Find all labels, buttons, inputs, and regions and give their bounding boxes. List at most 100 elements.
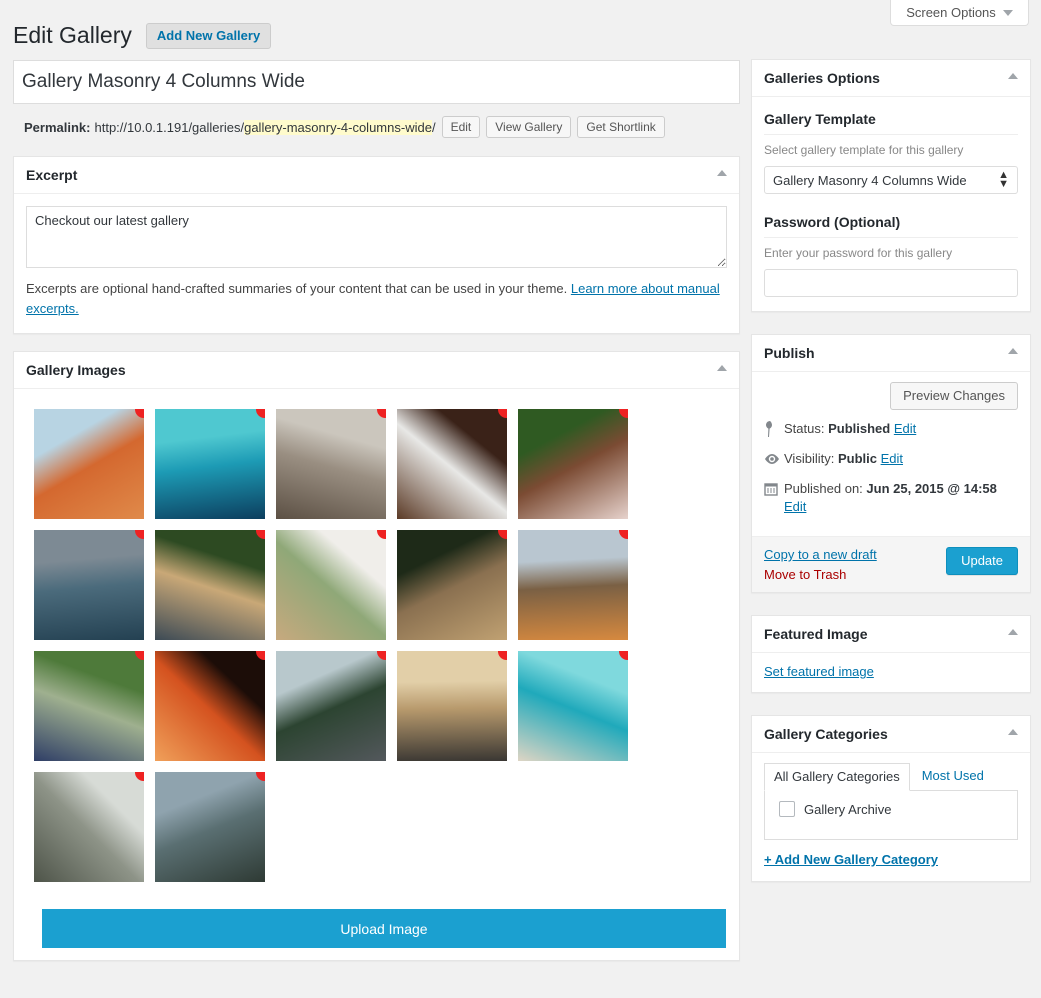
gallery-template-heading: Gallery Template [764, 111, 1018, 135]
gallery-categories-panel: Gallery Categories All Gallery Categorie… [751, 715, 1031, 882]
thumbnail-image-beach-pier-turquoise-sea [518, 651, 628, 761]
tab-all-gallery-categories[interactable]: All Gallery Categories [764, 763, 910, 791]
edit-permalink-button[interactable]: Edit [442, 116, 481, 138]
collapse-arrow-icon[interactable] [1008, 729, 1018, 735]
thumbnail-image-aerial-ocean-surfer [155, 409, 265, 519]
gallery-template-description: Select gallery template for this gallery [764, 143, 1018, 157]
galleries-options-title: Galleries Options [764, 70, 1018, 87]
gallery-password-input[interactable] [764, 269, 1018, 297]
collapse-arrow-icon[interactable] [1008, 348, 1018, 354]
edit-status-link[interactable]: Edit [894, 421, 916, 436]
galleries-options-header[interactable]: Galleries Options [752, 60, 1030, 97]
gallery-thumbnail[interactable] [276, 409, 386, 519]
gallery-categories-body: All Gallery Categories Most Used Gallery… [752, 753, 1030, 881]
visibility-row: Visibility: Public Edit [764, 450, 1018, 468]
featured-image-header[interactable]: Featured Image [752, 616, 1030, 653]
publish-panel-body: Preview Changes Status: Published Edit [752, 372, 1030, 536]
thumbnail-image-woman-in-black-beret [397, 651, 507, 761]
category-checkbox[interactable] [779, 801, 795, 817]
gallery-thumbnail[interactable] [155, 651, 265, 761]
gallery-thumbnail[interactable] [518, 651, 628, 761]
gallery-thumbnail[interactable] [34, 772, 144, 882]
gallery-thumbnail[interactable] [397, 409, 507, 519]
status-label: Status: [784, 421, 824, 436]
galleries-options-panel: Galleries Options Gallery Template Selec… [751, 59, 1031, 312]
excerpt-panel-header[interactable]: Excerpt [14, 157, 739, 194]
thumbnail-image-road-through-pine-forest [276, 651, 386, 761]
gallery-thumbnail[interactable] [155, 772, 265, 882]
gallery-images-panel-body: Upload Image [14, 389, 739, 960]
get-shortlink-button[interactable]: Get Shortlink [577, 116, 664, 138]
gallery-template-select-wrap: Gallery Masonry 4 Columns Wide ▲▼ [764, 166, 1018, 194]
screen-options-button[interactable]: Screen Options [890, 0, 1029, 26]
thumbnail-image-woman-with-hat-on-bench [155, 530, 265, 640]
gallery-images-panel: Gallery Images Upload Image [13, 351, 740, 961]
gallery-image-grid [34, 409, 648, 882]
permalink-base: http://10.0.1.191/galleries/ [94, 120, 244, 135]
featured-image-panel: Featured Image Set featured image [751, 615, 1031, 693]
featured-image-title: Featured Image [764, 626, 1018, 643]
set-featured-image-link[interactable]: Set featured image [764, 664, 874, 679]
gallery-thumbnail[interactable] [34, 409, 144, 519]
thumbnail-image-woman-walking-tree-path [34, 651, 144, 761]
gallery-template-select[interactable]: Gallery Masonry 4 Columns Wide [764, 166, 1018, 194]
gallery-thumbnail[interactable] [155, 530, 265, 640]
thumbnail-image-hiker-overlooking-valley [155, 772, 265, 882]
main-column: Edit Gallery Add New Gallery Permalink: … [13, 0, 740, 961]
upload-image-button[interactable]: Upload Image [42, 909, 726, 948]
admin-page: Screen Options Edit Gallery Add New Gall… [0, 0, 1041, 998]
category-label: Gallery Archive [804, 802, 891, 817]
copy-to-new-draft-link[interactable]: Copy to a new draft [764, 547, 877, 562]
gallery-thumbnail[interactable] [276, 530, 386, 640]
category-item[interactable]: Gallery Archive [779, 801, 1007, 817]
status-text: Status: Published Edit [784, 420, 1018, 438]
excerpt-textarea[interactable] [26, 206, 727, 268]
edit-visibility-link[interactable]: Edit [881, 451, 903, 466]
gallery-thumbnail[interactable] [276, 651, 386, 761]
update-button[interactable]: Update [946, 547, 1018, 575]
page-title: Edit Gallery [13, 12, 132, 54]
add-new-gallery-category-link[interactable]: + Add New Gallery Category [764, 852, 938, 867]
permalink-trailing: / [432, 120, 436, 135]
gallery-thumbnail[interactable] [397, 530, 507, 640]
password-heading: Password (Optional) [764, 214, 1018, 238]
thumbnail-image-mountain-lake-canoe [34, 530, 144, 640]
publish-panel: Publish Preview Changes Status: Publishe… [751, 334, 1031, 593]
edit-published-link[interactable]: Edit [784, 499, 806, 514]
publish-panel-header[interactable]: Publish [752, 335, 1030, 372]
move-to-trash-link[interactable]: Move to Trash [764, 567, 877, 582]
published-on-row: Published on: Jun 25, 2015 @ 14:58 Edit [764, 480, 1018, 516]
collapse-arrow-icon[interactable] [717, 170, 727, 176]
add-new-gallery-button[interactable]: Add New Gallery [146, 23, 271, 49]
status-value: Published [828, 421, 890, 436]
collapse-arrow-icon[interactable] [1008, 629, 1018, 635]
chevron-down-icon [1003, 10, 1013, 16]
thumbnail-image-woman-lying-on-grass [518, 409, 628, 519]
excerpt-help-sentence: Excerpts are optional hand-crafted summa… [26, 281, 571, 296]
gallery-thumbnail[interactable] [518, 409, 628, 519]
thumbnail-image-stacked-logs-in-forest [397, 530, 507, 640]
view-gallery-button[interactable]: View Gallery [486, 116, 571, 138]
permalink-row: Permalink: http://10.0.1.191/galleries/g… [24, 115, 740, 139]
gallery-images-panel-header[interactable]: Gallery Images [14, 352, 739, 389]
gallery-thumbnail[interactable] [155, 409, 265, 519]
visibility-value: Public [838, 451, 877, 466]
preview-changes-button[interactable]: Preview Changes [890, 382, 1018, 410]
gallery-thumbnail[interactable] [34, 530, 144, 640]
sidebar: Galleries Options Gallery Template Selec… [751, 59, 1031, 904]
visibility-text: Visibility: Public Edit [784, 450, 1018, 468]
gallery-thumbnail[interactable] [397, 651, 507, 761]
gallery-thumbnail[interactable] [34, 651, 144, 761]
gallery-categories-header[interactable]: Gallery Categories [752, 716, 1030, 753]
thumbnail-image-red-rock-canyon-person [34, 409, 144, 519]
tab-most-used[interactable]: Most Used [910, 763, 993, 791]
featured-image-body: Set featured image [752, 653, 1030, 692]
galleries-options-body: Gallery Template Select gallery template… [752, 97, 1030, 311]
gallery-categories-title: Gallery Categories [764, 726, 1018, 743]
collapse-arrow-icon[interactable] [717, 365, 727, 371]
collapse-arrow-icon[interactable] [1008, 73, 1018, 79]
published-on-label: Published on: [784, 481, 863, 496]
gallery-title-input[interactable] [13, 60, 740, 104]
visibility-label: Visibility: [784, 451, 834, 466]
gallery-thumbnail[interactable] [518, 530, 628, 640]
